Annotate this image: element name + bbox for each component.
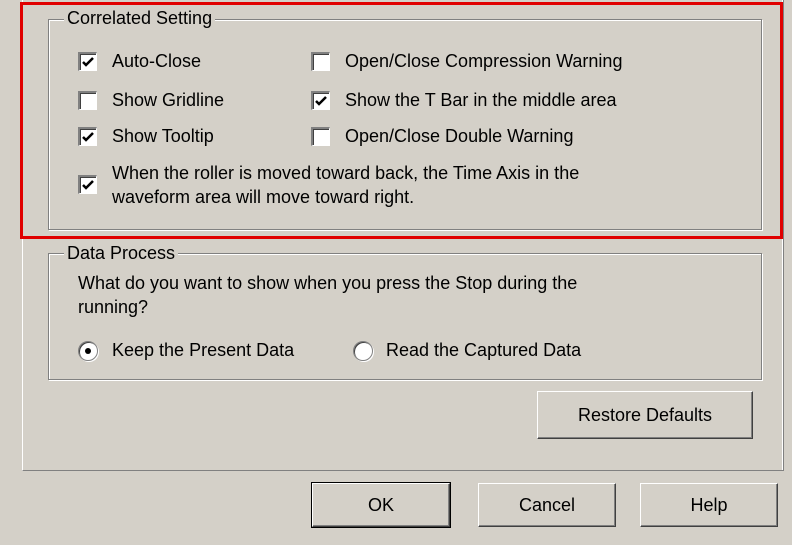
t-bar-middle-checkbox[interactable]: [311, 91, 330, 110]
restore-defaults-label: Restore Defaults: [577, 404, 713, 425]
show-gridline-label: Show Gridline: [112, 90, 225, 110]
correlated-setting-legend: Correlated Setting: [64, 8, 216, 28]
compression-warning-label: Open/Close Compression Warning: [345, 51, 623, 71]
cancel-label: Cancel: [518, 494, 576, 515]
t-bar-middle-label: Show the T Bar in the middle area: [345, 90, 617, 110]
auto-close-label: Auto-Close: [112, 51, 202, 71]
data-process-question-line2: running?: [78, 297, 149, 317]
ok-label: OK: [367, 494, 394, 515]
roller-direction-label-line2: waveform area will move toward right.: [112, 187, 415, 207]
radio-selected-dot: [85, 348, 91, 354]
checkmark-icon: [82, 57, 94, 67]
read-captured-data-radio[interactable]: [353, 341, 373, 361]
checkmark-icon: [315, 96, 327, 106]
roller-direction-label-line1: When the roller is moved toward back, th…: [112, 163, 580, 183]
data-process-question-line1: What do you want to show when you press …: [78, 273, 578, 293]
show-tooltip-label: Show Tooltip: [112, 126, 214, 146]
keep-present-data-radio[interactable]: [78, 341, 98, 361]
data-process-legend: Data Process: [64, 243, 179, 263]
compression-warning-checkbox[interactable]: [311, 52, 330, 71]
checkmark-icon: [82, 132, 94, 142]
help-label: Help: [690, 494, 728, 515]
checkmark-icon: [82, 180, 94, 190]
show-tooltip-checkbox[interactable]: [78, 127, 97, 146]
double-warning-label: Open/Close Double Warning: [345, 126, 574, 146]
ok-button[interactable]: OK: [311, 482, 451, 528]
show-gridline-checkbox[interactable]: [78, 91, 97, 110]
help-button[interactable]: Help: [640, 483, 778, 527]
read-captured-data-label: Read the Captured Data: [386, 340, 582, 360]
keep-present-data-label: Keep the Present Data: [112, 340, 295, 360]
double-warning-checkbox[interactable]: [311, 127, 330, 146]
cancel-button[interactable]: Cancel: [478, 483, 616, 527]
auto-close-checkbox[interactable]: [78, 52, 97, 71]
restore-defaults-button[interactable]: Restore Defaults: [537, 391, 753, 439]
roller-direction-checkbox[interactable]: [78, 175, 97, 194]
